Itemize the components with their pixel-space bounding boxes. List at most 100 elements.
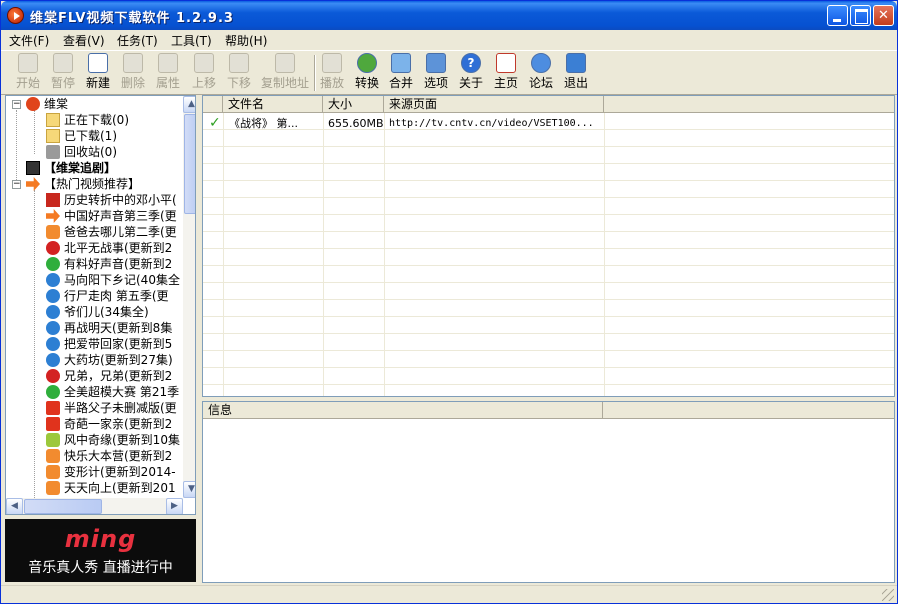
options-button[interactable]: 选项 xyxy=(420,53,452,93)
merge-button-label: 合并 xyxy=(388,76,413,90)
home-page-icon xyxy=(496,53,516,73)
about-button[interactable]: ? 关于 xyxy=(455,53,487,93)
column-header-filename[interactable]: 文件名 xyxy=(223,96,323,113)
copy-address-button[interactable]: 复制地址 xyxy=(258,53,312,93)
le-logo-icon xyxy=(46,417,60,431)
resize-grip[interactable] xyxy=(882,589,894,601)
forum-icon xyxy=(531,53,551,73)
tree-item-label: 爸爸去哪儿第二季(更 xyxy=(64,225,177,239)
scroll-thumb[interactable] xyxy=(24,499,102,514)
play-button-label: 播放 xyxy=(319,76,344,90)
maximize-button[interactable] xyxy=(850,5,871,26)
menu-task[interactable]: 任务(T) xyxy=(117,32,158,49)
homepage-button-label: 主页 xyxy=(493,76,518,90)
tree-item-label: 中国好声音第三季(更 xyxy=(64,209,177,223)
convert-button[interactable]: 转换 xyxy=(351,53,383,93)
tree-horizontal-scrollbar[interactable]: ◀ ▶ xyxy=(6,498,183,514)
forum-button-label: 论坛 xyxy=(528,76,553,90)
tree-root-label: 维棠 xyxy=(44,97,69,111)
grid-line xyxy=(203,198,894,215)
tree-item-label: 爷们儿(34集全) xyxy=(64,305,149,319)
category-tree: − 维棠 正在下载(0) 已下载(1) 回收站(0) 【维棠追剧】 − 【热门视… xyxy=(5,95,196,515)
properties-icon xyxy=(158,53,178,73)
new-document-icon xyxy=(88,53,108,73)
title-bar[interactable]: 维棠FLV视频下载软件 1.2.9.3 ✕ xyxy=(1,1,897,30)
tree-item-label: 变形计(更新到2014- xyxy=(64,465,176,479)
options-button-label: 选项 xyxy=(423,76,448,90)
menu-help[interactable]: 帮助(H) xyxy=(225,32,267,49)
grid-line xyxy=(203,266,894,283)
minimize-button[interactable] xyxy=(827,5,848,26)
grid-line xyxy=(203,249,894,266)
scroll-right-button[interactable]: ▶ xyxy=(166,498,183,514)
tv-logo-icon xyxy=(46,481,60,495)
window-title: 维棠FLV视频下载软件 1.2.9.3 xyxy=(30,11,234,26)
column-header-empty xyxy=(604,96,894,113)
play-circle-icon xyxy=(46,321,60,335)
copy-address-button-label: 复制地址 xyxy=(260,76,309,90)
grid-line xyxy=(203,215,894,232)
tree-vertical-scrollbar[interactable]: ▲ ▼ xyxy=(183,96,195,498)
new-button-label: 新建 xyxy=(85,76,110,90)
column-header-size[interactable]: 大小 xyxy=(323,96,384,113)
play-button[interactable]: 播放 xyxy=(316,53,348,93)
properties-button[interactable]: 属性 xyxy=(151,53,185,93)
grid-line xyxy=(203,300,894,317)
cell-size: 655.60MB xyxy=(328,117,383,130)
info-panel: 信息 xyxy=(202,401,895,583)
play-circle-icon xyxy=(46,241,60,255)
ad-banner[interactable]: ming 音乐真人秀 直播进行中 xyxy=(5,519,196,582)
exit-icon xyxy=(566,53,586,73)
exit-button[interactable]: 退出 xyxy=(560,53,592,93)
downloaded-folder-icon xyxy=(46,129,60,143)
menu-file[interactable]: 文件(F) xyxy=(9,32,49,49)
grid-line xyxy=(203,130,894,147)
tree-item-label: 行尸走肉 第五季(更 xyxy=(64,289,169,303)
tree-item-label: 把爱带回家(更新到5 xyxy=(64,337,173,351)
start-button-label: 开始 xyxy=(15,76,40,90)
homepage-button[interactable]: 主页 xyxy=(490,53,522,93)
c-logo-icon xyxy=(46,193,60,207)
delete-button-label: 删除 xyxy=(120,76,145,90)
forum-button[interactable]: 论坛 xyxy=(525,53,557,93)
close-button[interactable]: ✕ xyxy=(873,5,894,26)
grid-line xyxy=(203,283,894,300)
column-header-source[interactable]: 来源页面 xyxy=(384,96,604,113)
grid-line xyxy=(203,368,894,385)
menu-view[interactable]: 查看(V) xyxy=(63,32,105,49)
tree-item-label: 再战明天(更新到8集 xyxy=(64,321,173,335)
app-logo-icon xyxy=(26,97,40,111)
delete-button[interactable]: 删除 xyxy=(116,53,150,93)
new-button[interactable]: 新建 xyxy=(81,53,115,93)
merge-button[interactable]: 合并 xyxy=(385,53,417,93)
expand-toggle[interactable]: − xyxy=(12,180,21,189)
status-bar xyxy=(1,585,897,603)
tree-item-label: 回收站(0) xyxy=(64,145,117,159)
tree-connector-line xyxy=(34,110,35,154)
info-header-empty xyxy=(603,402,894,419)
tree-item-label: 马向阳下乡记(40集全 xyxy=(64,273,180,287)
grid-line xyxy=(203,181,894,198)
pause-button[interactable]: 暂停 xyxy=(46,53,80,93)
pause-icon xyxy=(53,53,73,73)
expand-toggle[interactable]: − xyxy=(12,100,21,109)
grid-line xyxy=(203,334,894,351)
download-list: 文件名 大小 来源页面 ✓ 《战将》 第... 655.60MB http://… xyxy=(202,95,895,397)
scroll-down-button[interactable]: ▼ xyxy=(183,481,195,498)
tree-item-label: 已下载(1) xyxy=(64,129,117,143)
help-icon: ? xyxy=(461,53,481,73)
scroll-thumb[interactable] xyxy=(184,114,195,214)
move-up-button[interactable]: 上移 xyxy=(187,53,221,93)
scroll-left-button[interactable]: ◀ xyxy=(6,498,23,514)
start-button[interactable]: 开始 xyxy=(11,53,45,93)
play-circle-icon xyxy=(46,385,60,399)
scroll-up-button[interactable]: ▲ xyxy=(183,96,195,113)
pause-button-label: 暂停 xyxy=(50,76,75,90)
play-circle-icon xyxy=(46,369,60,383)
tree-item-label: 全美超模大赛 第21季 xyxy=(64,385,180,399)
grid-line xyxy=(203,385,894,396)
column-header-status[interactable] xyxy=(203,96,223,113)
move-up-button-label: 上移 xyxy=(191,76,216,90)
menu-tools[interactable]: 工具(T) xyxy=(171,32,212,49)
move-down-button[interactable]: 下移 xyxy=(222,53,256,93)
